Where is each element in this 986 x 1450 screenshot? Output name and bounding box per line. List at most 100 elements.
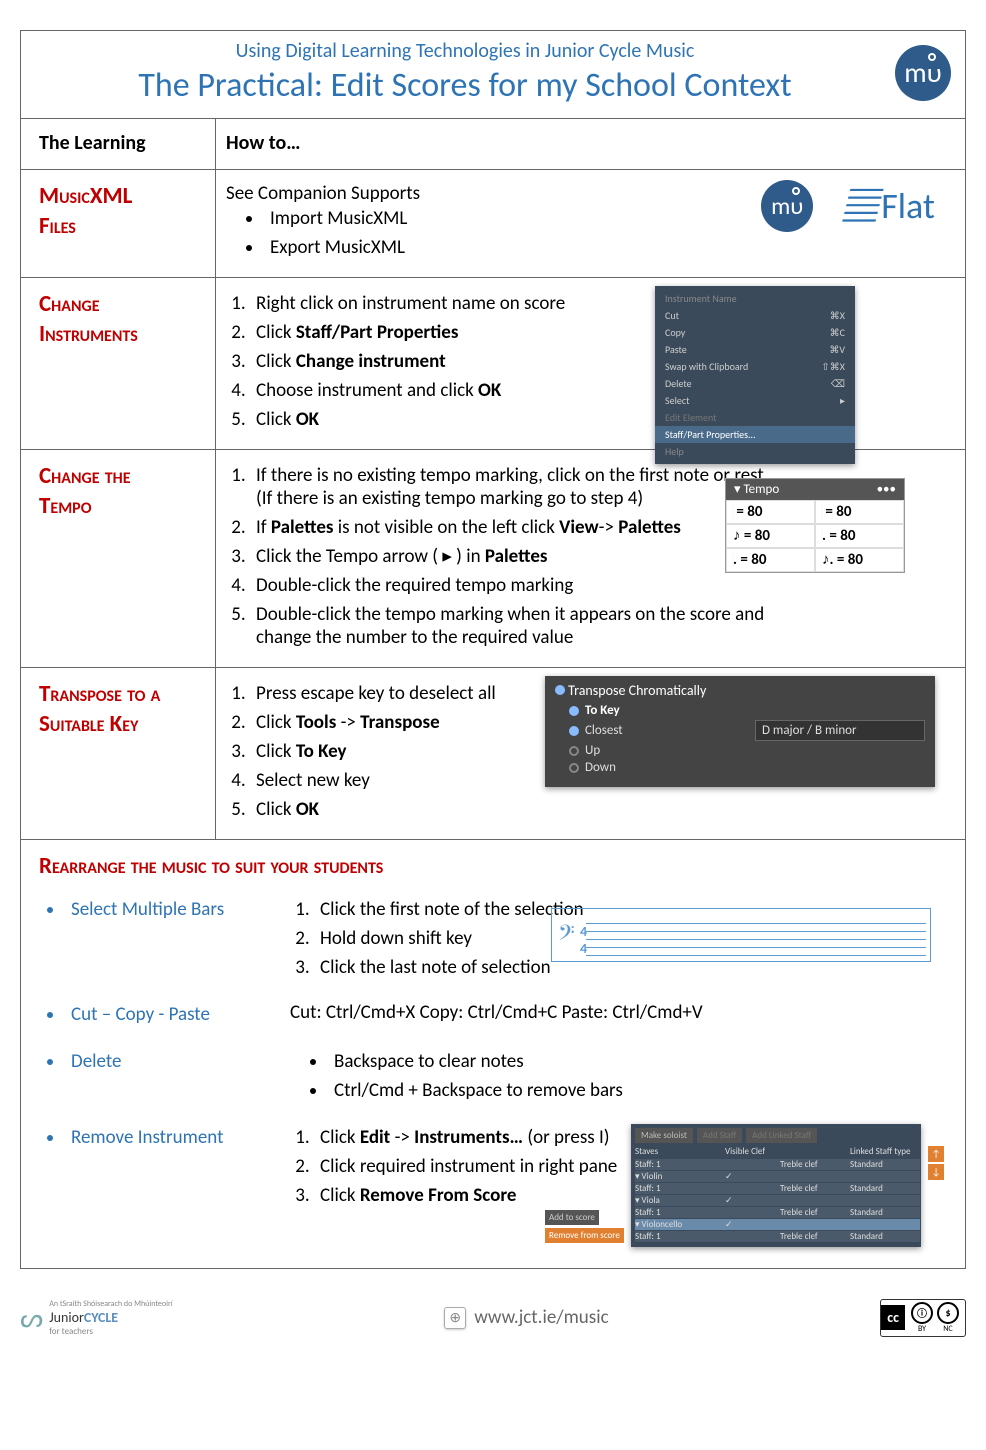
banner-supertitle: Using Digital Learning Technologies in J… [35,39,895,63]
context-menu-mock: Instrument Name Cut⌘X Copy⌘C Paste⌘V Swa… [655,286,855,464]
ct-step: If there is no existing tempo marking, c… [250,462,770,514]
ct-steps: If there is no existing tempo marking, c… [250,462,770,653]
page-container: Using Digital Learning Technologies in J… [20,30,966,1269]
ct-step: Click the Tempo arrow ( ▸ ) in Palettes [250,543,770,572]
ci-heading-a: Change [39,290,205,320]
transpose-dlg-title: Transpose Chromatically [555,682,925,699]
rearrange-row: Select Multiple Bars Click the first not… [39,896,951,983]
ct-heading-b: Tempo [39,492,205,522]
banner-text: Using Digital Learning Technologies in J… [35,39,895,106]
inst-btn: Add Staff [697,1128,742,1143]
transpose-dialog-mock: Transpose Chromatically To Key ClosestD … [545,676,935,787]
footer-url: ⊕ www.jct.ie/music [444,1306,608,1329]
sb-step: Click the last note of selection [314,954,584,983]
ct-step: If Palettes is not visible on the left c… [250,514,770,543]
ctx-item: Edit Element [655,409,855,426]
inst-row: Staff: 1Treble clefStandard [635,1207,920,1218]
footer: ᔕ An tSraith Shóisearach do Mhúinteoirí … [0,1289,986,1337]
bass-clef-icon: 𝄢 [558,919,575,952]
down-arrow-icon: ↓ [928,1164,944,1180]
inst-row: Staff: 1Treble clefStandard [635,1231,920,1242]
cc-nc-icon: $ [937,1302,959,1324]
radio-icon [569,726,579,736]
ctx-title: Instrument Name [655,290,855,307]
musicxml-bullet: Export MusicXML [264,234,951,263]
inst-row: Staff: 1Treble clefStandard [635,1183,920,1194]
cc-nc-label: NC [937,1324,959,1334]
inst-row-selected: ▾ Violoncello✓ [635,1219,920,1230]
sb-step: Click the first note of the selection [314,896,584,925]
row-musicxml: MusicXML Files See Companion Supports Im… [21,170,965,278]
tempo-cell: ♪. = 80 [815,548,904,572]
inst-btn: Make soloist [635,1128,693,1143]
tempo-cell: ♩. = 80 [815,524,904,548]
rearrange-section: Rearrange the music to suit your student… [21,840,965,1268]
transpose-opt: ClosestD major / B minor [569,720,925,741]
table-header-row: The Learning How to… [21,119,965,170]
radio-icon [569,746,579,756]
junior-cycle-logo: ᔕ An tSraith Shóisearach do Mhúinteoirí … [20,1299,173,1337]
del-bullet: Ctrl/Cmd + Backspace to remove bars [328,1077,623,1106]
inst-row: ▾ Violin✓ [635,1171,920,1182]
transpose-opt: Up [569,743,925,758]
delete-bullets: Backspace to clear notes Ctrl/Cmd + Back… [328,1048,623,1106]
banner: Using Digital Learning Technologies in J… [21,31,965,119]
instruments-dialog-mock: Make soloist Add Staff Add Linked Staff … [631,1124,921,1247]
rearrange-row: Cut – Copy - Paste Cut: Ctrl/Cmd+X Copy:… [39,1001,951,1030]
radio-icon [555,685,565,695]
inst-side-btn-hl: Remove from score [545,1228,624,1243]
cc-license: cc ⓘ BY $ NC [880,1299,966,1337]
time-sig-icon: 44 [580,923,587,957]
app-logos: mυ 𝄚 Flat [761,180,935,232]
tempo-palette-header: ▾ Tempo••• [726,479,904,500]
jc-swirl-icon: ᔕ [20,1302,43,1334]
cc-icon: cc [881,1305,905,1330]
banner-title: The Practical: Edit Scores for my School… [35,65,895,106]
rearrange-label-list: Delete [65,1048,290,1106]
ctx-item: Select▸ [655,392,855,409]
score-selection-mock: 𝄢 44 [551,908,931,962]
jc-line3: for teachers [49,1326,172,1337]
sb-step: Hold down shift key [314,925,584,954]
tempo-cell: ♩. = 80 [726,548,815,572]
transpose-heading: Transpose to a Suitable Key [21,668,216,839]
tr-body: Press escape key to deselect all Click T… [216,668,965,839]
inst-btn: Add Linked Staff [746,1128,817,1143]
radio-icon [569,706,579,716]
cc-by-nc: ⓘ BY $ NC [905,1300,965,1336]
select-bars-steps: Click the first note of the selection Ho… [314,896,584,983]
musescore-logo-icon: mυ [761,180,813,232]
jc-line1: An tSraith Shóisearach do Mhúinteoirí [49,1299,172,1309]
musicxml-body: See Companion Supports Import MusicXML E… [216,170,965,277]
rearrange-label: Delete [65,1048,290,1077]
ci-body: Right click on instrument name on score … [216,278,965,449]
header-howto: How to… [216,119,965,169]
rearrange-label: Remove Instrument [65,1124,290,1153]
rearrange-label: Select Multiple Bars [65,896,290,925]
musescore-logo-icon: mυ [895,45,951,101]
tempo-cell: ♪ = 80 [726,524,815,548]
change-tempo-heading: Change the Tempo [21,450,216,667]
rearrange-label: Cut – Copy - Paste [65,1001,290,1030]
inst-side-btn: Add to score [545,1210,599,1225]
musicxml-heading: MusicXML Files [21,170,216,277]
rearrange-label-list: Cut – Copy - Paste [65,1001,290,1030]
ct-heading-a: Change the [39,462,205,492]
ct-step: Double-click the tempo marking when it a… [250,601,770,653]
inst-row: Staff: 1Treble clefStandard [635,1159,920,1170]
ctx-item-highlighted: Staff/Part Properties... [655,426,855,443]
row-change-tempo: Change the Tempo If there is no existing… [21,450,965,668]
rearrange-heading: Rearrange the music to suit your student… [39,852,951,882]
ri-step: Click Edit -> Instruments… (or press I) [314,1124,617,1153]
ctx-item: Copy⌘C [655,324,855,341]
ctx-item: Delete⌫ [655,375,855,392]
rearrange-row: Remove Instrument Click Edit -> Instrume… [39,1124,951,1254]
key-select: D major / B minor [755,720,925,741]
rearrange-row: Delete Backspace to clear notes Ctrl/Cmd… [39,1048,951,1106]
jc-line2: JuniorCYCLE [49,1309,172,1326]
row-change-instruments: Change Instruments Right click on instru… [21,278,965,450]
transpose-opt: To Key [569,703,925,718]
inst-arrows: ↑ ↓ [928,1146,944,1243]
ctx-item: Cut⌘X [655,307,855,324]
change-instruments-heading: Change Instruments [21,278,216,449]
